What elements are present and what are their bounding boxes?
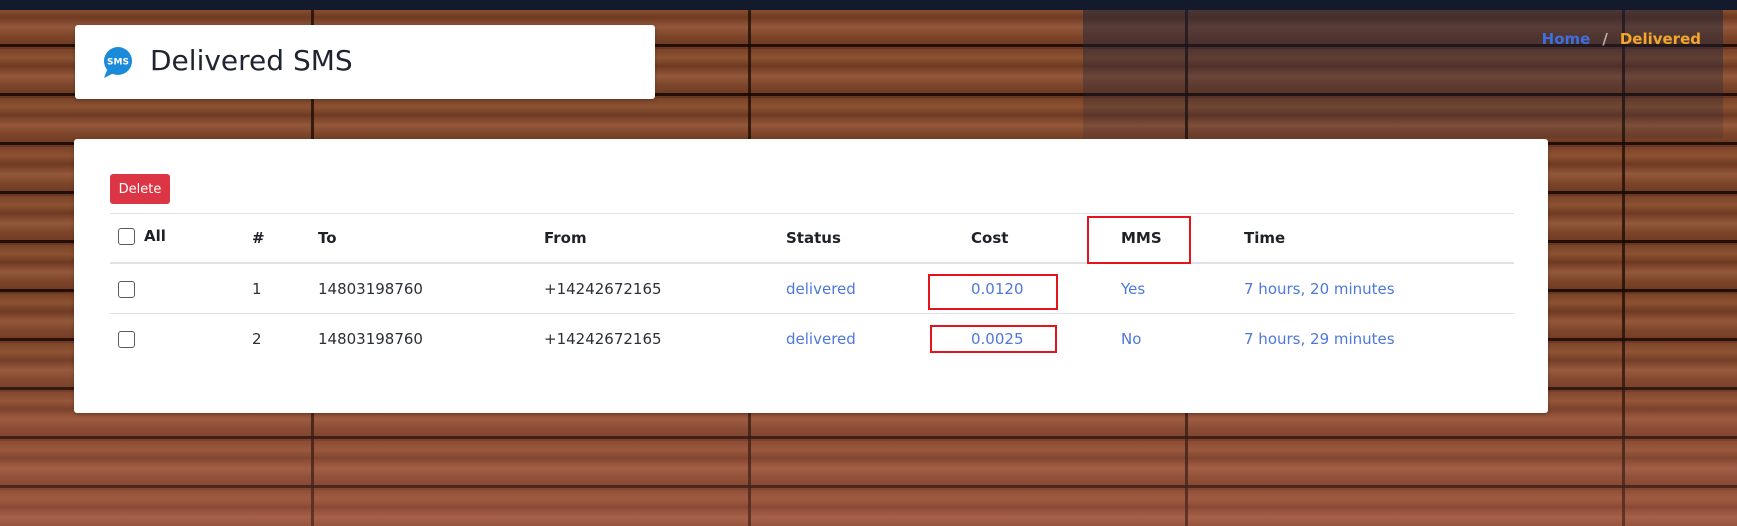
page-title: Delivered SMS [150,44,353,77]
breadcrumb-current: Delivered [1619,30,1701,48]
column-header-mms-label: MMS [1121,229,1162,247]
row-cost-cell: 0.0120 [928,263,1113,314]
table-header-row: All # To From Status Cost MMS Time [110,213,1514,264]
select-all-checkbox[interactable] [118,227,135,245]
table-row: 1 14803198760 +14242672165 delivered 0.0… [110,263,1514,314]
row-time-cell: 7 hours, 29 minutes [1236,313,1514,363]
sms-chat-bubble-icon: SMS [104,47,132,78]
breadcrumb-separator: / [1602,30,1608,48]
row-to: 14803198760 [318,279,423,298]
row-time-link[interactable]: 7 hours, 29 minutes [1244,330,1395,348]
column-header-status: Status [778,213,963,264]
row-time-cell: 7 hours, 20 minutes [1236,263,1514,314]
row-mms-link[interactable]: No [1121,330,1141,348]
delete-button[interactable]: Delete [110,174,170,204]
row-select-cell [110,313,244,363]
page-header-card: SMS Delivered SMS [75,25,655,99]
row-number: 1 [252,279,262,298]
row-number: 2 [244,313,310,363]
sms-icon-text: SMS [107,58,129,68]
column-header-time: Time [1236,213,1514,264]
row-cost-link[interactable]: 0.0120 [971,280,1024,298]
breadcrumb: Home / Delivered [1542,30,1701,48]
row-cost-link[interactable]: 0.0025 [971,330,1024,348]
row-status-cell: delivered [778,313,963,363]
select-all-label: All [144,227,166,246]
row-to: 14803198760 [310,313,536,363]
row-checkbox[interactable] [118,280,135,298]
row-status-cell: delivered [778,263,963,314]
row-mms-cell: No [1113,313,1236,363]
row-checkbox[interactable] [118,330,135,348]
row-time-link[interactable]: 7 hours, 20 minutes [1244,280,1395,298]
sms-table: All # To From Status Cost MMS Time 1 148… [110,213,1514,363]
column-header-cost: Cost [963,213,1113,264]
column-header-number: # [244,213,310,264]
top-navbar [0,0,1737,10]
row-cost-cell: 0.0025 [930,313,1113,363]
row-from: +14242672165 [544,279,662,298]
row-select-cell [110,263,244,314]
column-header-mms: MMS [1087,213,1236,264]
row-status-link[interactable]: delivered [786,280,856,298]
row-mms-link[interactable]: Yes [1121,280,1145,298]
breadcrumb-home-link[interactable]: Home [1542,30,1591,48]
row-from: +14242672165 [536,313,778,363]
table-row: 2 14803198760 +14242672165 delivered 0.0… [110,313,1514,363]
sms-list-card: Delete All # To From Status Cost MMS Tim… [74,139,1548,413]
column-header-from: From [536,213,778,264]
column-header-select: All [110,213,244,264]
column-header-to: To [310,213,536,264]
row-mms-cell: Yes [1113,263,1236,314]
row-status-link[interactable]: delivered [786,330,856,348]
